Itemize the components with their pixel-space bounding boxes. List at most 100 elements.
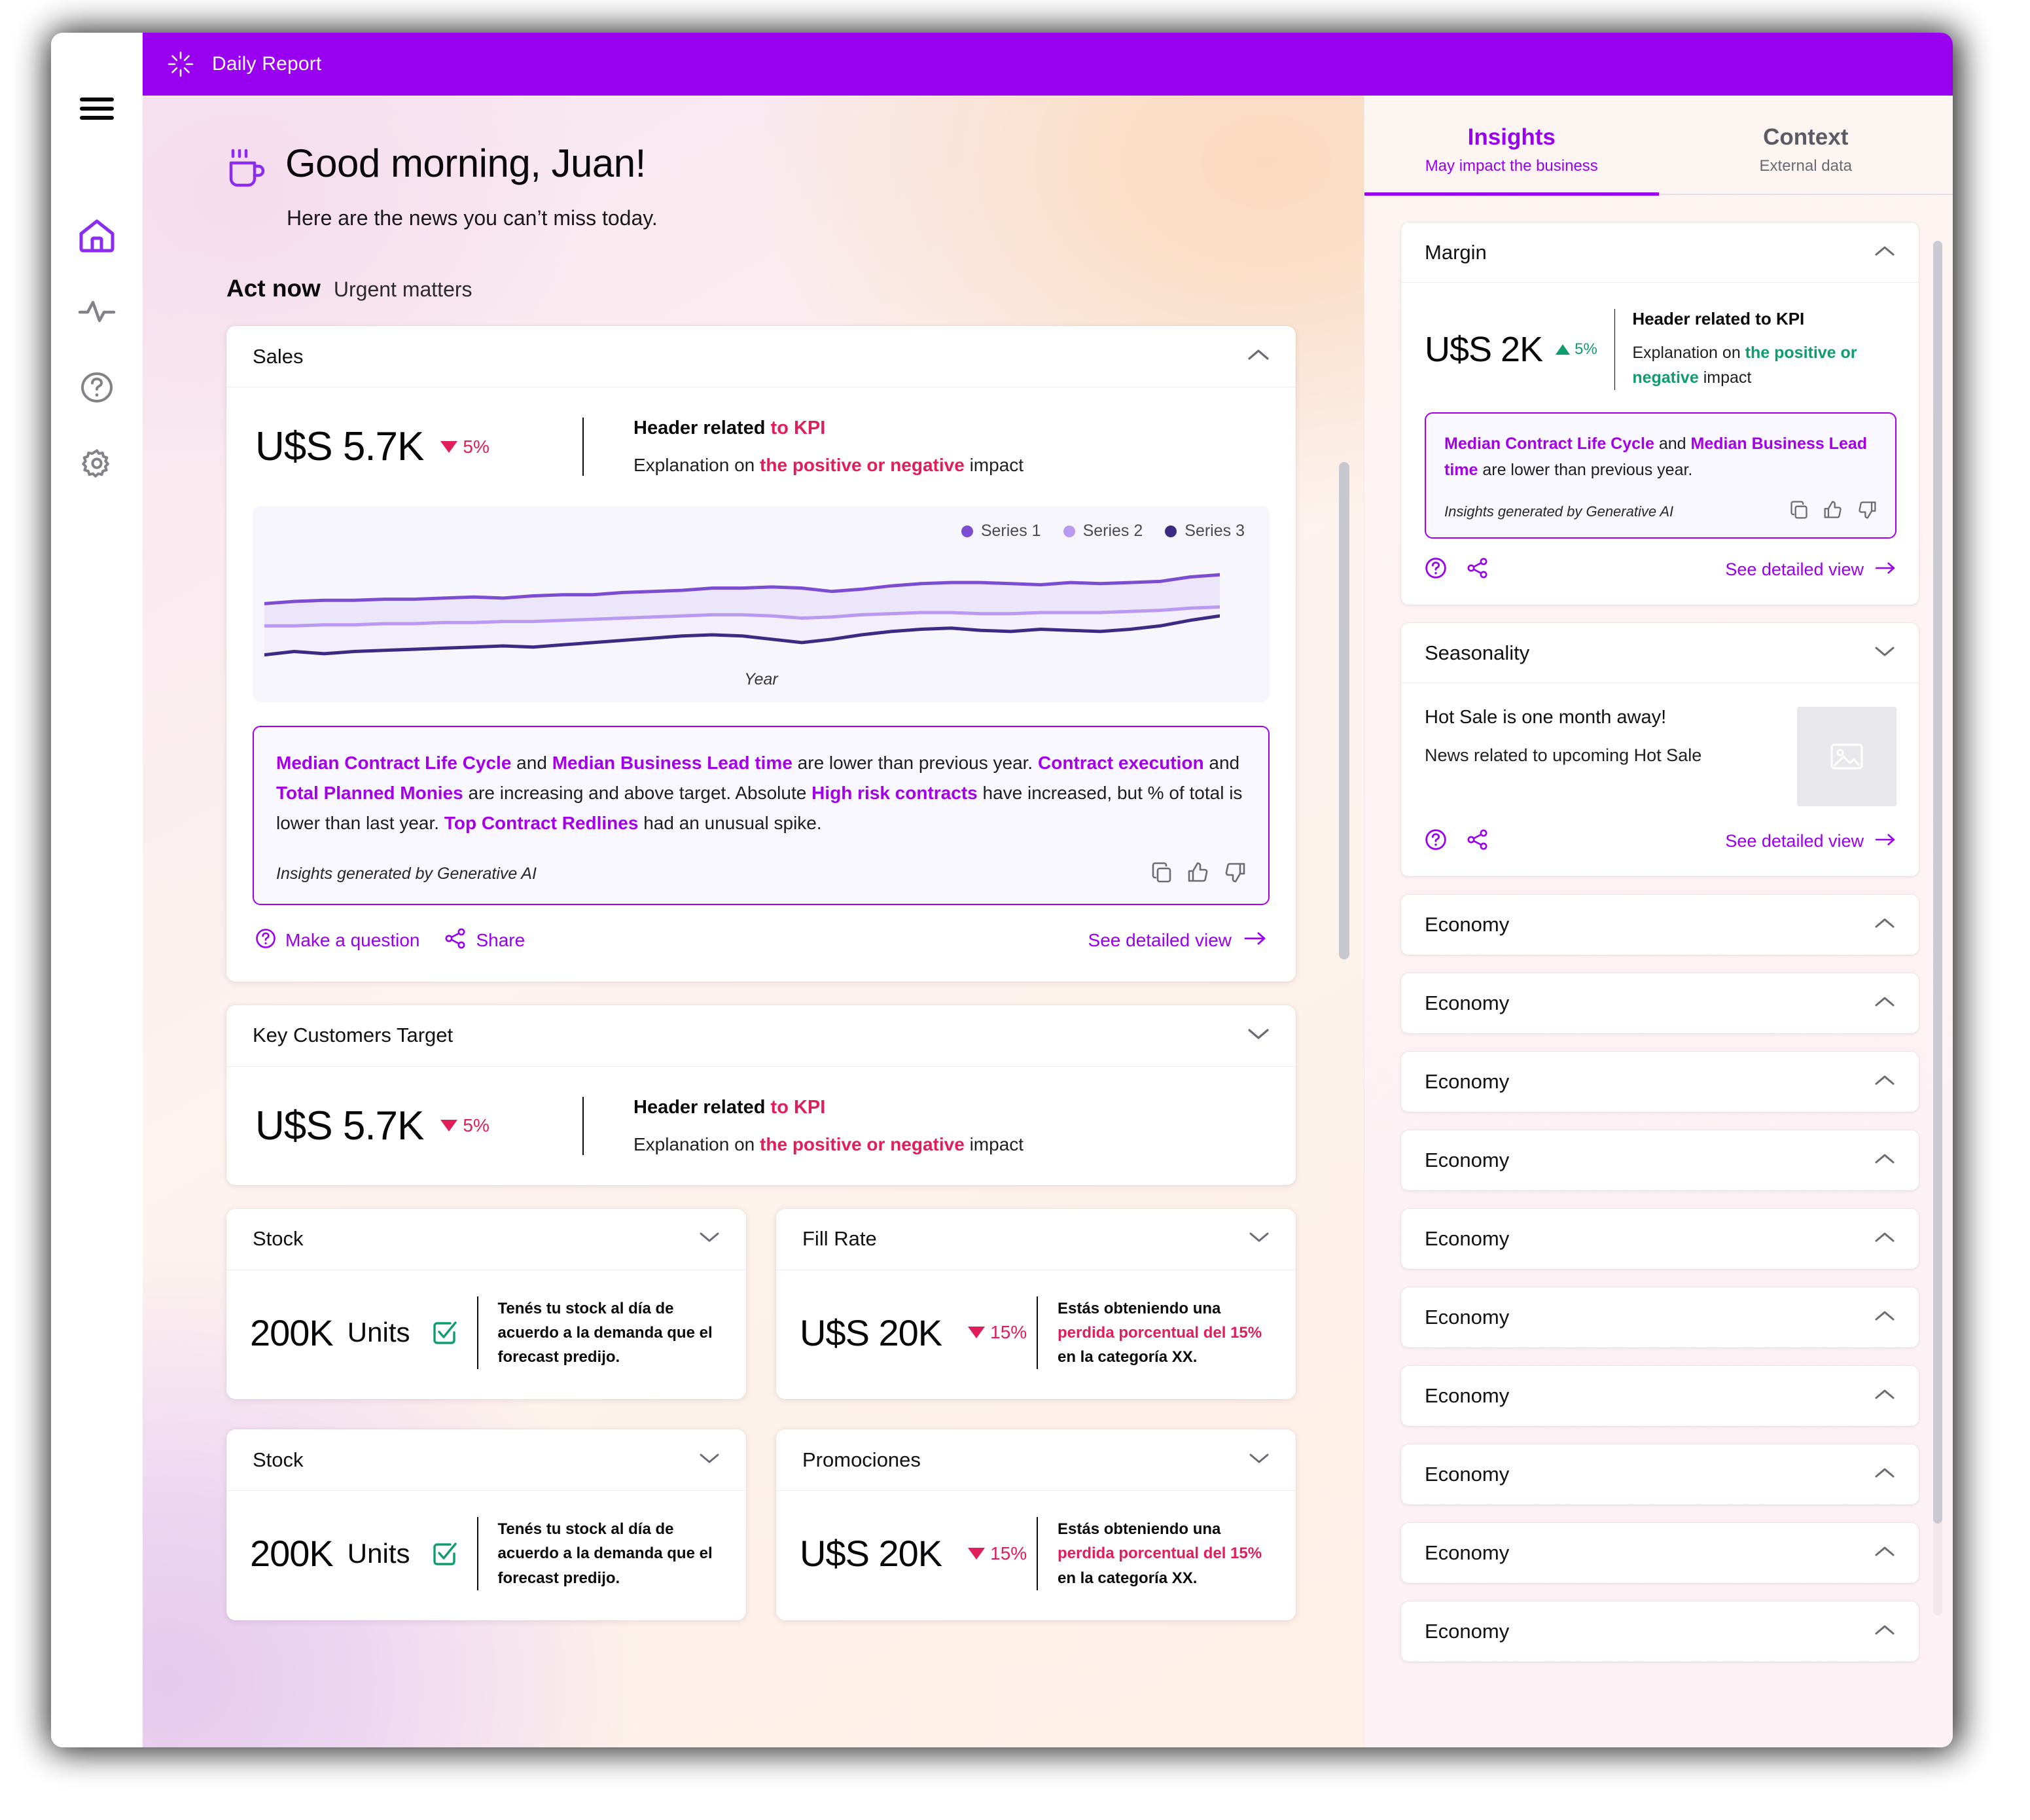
chart-legend-item[interactable]: Series 3: [1165, 522, 1245, 541]
sidebar-item-settings[interactable]: [69, 437, 124, 492]
insight-plain-text: had an unusual spike.: [638, 813, 822, 834]
card-kpi-row: 200K Units Tenés tu stock al día de acuerd…: [226, 1270, 746, 1400]
panel-card-economy-header[interactable]: Economy: [1401, 1209, 1919, 1269]
insight-highlight-term: Contract execution: [1038, 753, 1204, 773]
card-footer-actions: Make a question Share: [255, 927, 525, 954]
mini-text-accent: perdida porcentual del 15%: [1058, 1544, 1262, 1563]
copy-icon[interactable]: [1789, 500, 1809, 523]
panel-card-economy-header[interactable]: Economy: [1401, 973, 1919, 1033]
chevron-up-icon[interactable]: [1874, 1545, 1895, 1561]
chevron-up-icon[interactable]: [1874, 1231, 1895, 1247]
question-circle-icon[interactable]: [1425, 829, 1447, 854]
insight-plain-text: and: [1203, 753, 1240, 773]
section-header-act-now: Act now Urgent matters: [226, 275, 1296, 302]
tab-context[interactable]: Context External data: [1659, 96, 1953, 196]
panel-card-economy-header[interactable]: Economy: [1401, 1287, 1919, 1347]
kpi-explanation: Explanation on the positive or negative …: [633, 1134, 1024, 1155]
check-square-icon: [431, 1541, 457, 1567]
triangle-up-icon: [1556, 344, 1571, 355]
chevron-up-icon[interactable]: [1874, 1152, 1895, 1168]
panel-card-economy-header[interactable]: Economy: [1401, 1052, 1919, 1112]
copy-icon[interactable]: [1150, 861, 1173, 887]
tab-insights[interactable]: Insights May impact the business: [1364, 96, 1659, 196]
panel-scrollbar[interactable]: [1933, 241, 1942, 1524]
chart-legend-item[interactable]: Series 1: [961, 522, 1041, 541]
kpi-delta-value: 15%: [990, 1543, 1027, 1563]
sidebar-item-menu[interactable]: [69, 82, 124, 137]
share-button[interactable]: Share: [444, 927, 525, 954]
panel-card-economy-header[interactable]: Economy: [1401, 1366, 1919, 1426]
card-header[interactable]: Promociones: [776, 1429, 1296, 1491]
insight-highlight-term: Top Contract Redlines: [444, 813, 639, 834]
see-detailed-view-link[interactable]: See detailed view: [1725, 831, 1896, 851]
share-icon[interactable]: [1467, 829, 1489, 854]
activity-pulse-icon: [78, 298, 116, 328]
panel-card-margin-header[interactable]: Margin: [1401, 223, 1919, 283]
chevron-up-icon[interactable]: [1874, 245, 1895, 260]
kpi-exp-accent: the positive or negative: [760, 1133, 965, 1154]
kpi-delta-value: 5%: [463, 1115, 490, 1136]
panel-card-economy-header[interactable]: Economy: [1401, 895, 1919, 955]
card-key-customers-header[interactable]: Key Customers Target: [226, 1005, 1296, 1067]
card-title: Stock: [253, 1227, 304, 1251]
triangle-down-icon: [440, 1120, 458, 1132]
thumbs-up-icon[interactable]: [1823, 500, 1843, 523]
chevron-up-icon[interactable]: [1874, 1074, 1895, 1090]
chevron-down-icon[interactable]: [699, 1231, 720, 1247]
chevron-down-icon[interactable]: [1249, 1452, 1270, 1468]
question-circle-icon[interactable]: [1425, 557, 1447, 582]
chevron-up-icon[interactable]: [1874, 1388, 1895, 1404]
panel-card-economy-header[interactable]: Economy: [1401, 1130, 1919, 1190]
chart-plot: [262, 557, 1222, 678]
see-detailed-view-link[interactable]: See detailed view: [1088, 930, 1267, 951]
sidebar-item-home[interactable]: [69, 209, 124, 264]
section-title: Act now: [226, 275, 321, 302]
card-sales-header[interactable]: Sales: [226, 326, 1296, 387]
thumbs-down-icon[interactable]: [1224, 861, 1246, 887]
sidebar-item-activity[interactable]: [69, 285, 124, 340]
card-header[interactable]: Stock: [226, 1209, 746, 1270]
seasonality-headline: Hot Sale is one month away!: [1425, 707, 1667, 728]
panel-card-margin-footer: See detailed view: [1401, 557, 1919, 605]
chevron-down-icon[interactable]: [699, 1452, 720, 1468]
chevron-up-icon[interactable]: [1874, 917, 1895, 933]
chevron-up-icon[interactable]: [1874, 1310, 1895, 1325]
card-kpi-row: U$S 20K 15% Estás obteniendo una perdida p…: [776, 1270, 1296, 1400]
thumbs-down-icon[interactable]: [1857, 500, 1877, 523]
legend-label: Series 3: [1184, 522, 1245, 540]
card-key-customers-target: Key Customers Target U$S 5.7K 5% Header …: [226, 1005, 1296, 1185]
panel-card-title: Economy: [1425, 913, 1510, 936]
card-kpi-row: 200K Units Tenés tu stock al día de acuerd…: [226, 1491, 746, 1620]
share-icon[interactable]: [1467, 557, 1489, 582]
chevron-down-icon[interactable]: [1249, 1231, 1270, 1247]
see-detailed-view-link[interactable]: See detailed view: [1725, 560, 1896, 580]
card-header[interactable]: Stock: [226, 1429, 746, 1491]
chevron-down-icon[interactable]: [1247, 1027, 1270, 1044]
panel-card-seasonality-header[interactable]: Seasonality: [1401, 623, 1919, 683]
kpi-value-group: U$S 20K 15%: [800, 1532, 1027, 1575]
panel-card-economy-header[interactable]: Economy: [1401, 1523, 1919, 1583]
card-key-customers-kpi: U$S 5.7K 5% Header related to KPI Explan…: [226, 1067, 1296, 1185]
panel-card-economy-header[interactable]: Economy: [1401, 1444, 1919, 1505]
panel-card-economy-header[interactable]: Economy: [1401, 1601, 1919, 1662]
card-header[interactable]: Fill Rate: [776, 1209, 1296, 1270]
sidebar-item-help[interactable]: [69, 361, 124, 416]
insight-plain-text: are increasing and above target. Absolut…: [463, 783, 812, 804]
divider: [582, 1096, 584, 1155]
chevron-up-icon[interactable]: [1247, 348, 1270, 365]
chevron-up-icon[interactable]: [1874, 1467, 1895, 1482]
kpi-header-plain: Header related: [633, 1096, 771, 1118]
triangle-down-icon: [968, 1547, 986, 1560]
chevron-up-icon[interactable]: [1874, 995, 1895, 1011]
make-a-question-button[interactable]: Make a question: [255, 928, 419, 954]
chevron-up-icon[interactable]: [1874, 1624, 1895, 1639]
panel-card-title: Economy: [1425, 1227, 1510, 1250]
make-a-question-label: Make a question: [285, 930, 420, 951]
main-content: Good morning, Juan! Here are the news yo…: [143, 96, 1364, 1747]
chevron-down-icon[interactable]: [1874, 645, 1895, 661]
thumbs-up-icon[interactable]: [1187, 861, 1209, 887]
home-icon: [79, 218, 115, 257]
chart-legend-item[interactable]: Series 2: [1063, 522, 1143, 541]
page-title: Good morning, Juan!: [285, 141, 646, 185]
main-scrollbar[interactable]: [1339, 462, 1349, 959]
